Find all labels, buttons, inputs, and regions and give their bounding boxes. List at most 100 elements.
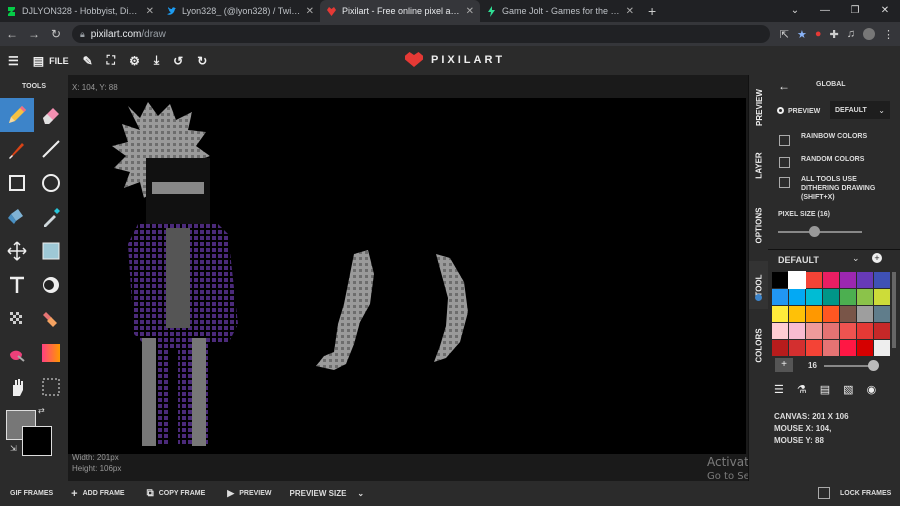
tab-preview[interactable]: PREVIEW [749, 83, 769, 131]
palette-swatch[interactable] [823, 306, 839, 322]
close-window-icon[interactable]: ✕ [870, 0, 900, 22]
palette-swatch[interactable] [874, 340, 890, 356]
palette-swatch[interactable] [789, 340, 805, 356]
brush-tool[interactable] [0, 132, 34, 166]
tab-search-icon[interactable]: ⌄ [780, 0, 810, 22]
mirror-tool[interactable] [0, 336, 34, 370]
extension-badge-icon[interactable]: ● [815, 28, 822, 40]
palette-swatch[interactable] [874, 306, 890, 322]
lock-frames-checkbox[interactable] [818, 487, 830, 499]
add-brush-size-button[interactable]: + [775, 358, 793, 372]
eraser-tool[interactable] [34, 98, 68, 132]
close-tab-icon[interactable]: ✕ [306, 6, 314, 17]
palette-swatch[interactable] [772, 340, 788, 356]
palette-swatch[interactable] [840, 340, 856, 356]
media-icon[interactable]: ♫ [847, 28, 855, 40]
file-menu-button[interactable]: ▤ FILE [33, 54, 69, 68]
reload-icon[interactable]: ↻ [50, 27, 62, 41]
palette-swatch[interactable] [857, 306, 873, 322]
lighten-tool[interactable] [34, 268, 68, 302]
palette-swatch[interactable] [857, 272, 873, 288]
palette-swatch[interactable] [823, 289, 839, 305]
palette-dropdown-icon[interactable]: ⌄ [852, 253, 860, 264]
palette-swatch[interactable] [772, 289, 788, 305]
palette-swatch[interactable] [806, 289, 822, 305]
swap-colors-icon[interactable]: ⇄ [38, 406, 45, 415]
palette-swatch[interactable] [823, 272, 839, 288]
share-icon[interactable]: ⇱ [780, 28, 789, 41]
palette-swatch[interactable] [806, 272, 822, 288]
rectangle-tool[interactable] [0, 166, 34, 200]
close-tab-icon[interactable]: ✕ [466, 6, 474, 17]
line-tool[interactable] [34, 132, 68, 166]
url-field[interactable]: 🔒︎ pixilart.com/draw [72, 25, 770, 43]
tab-layer[interactable]: LAYER [749, 141, 769, 189]
circle-tool[interactable] [34, 166, 68, 200]
preview-size-select[interactable]: PREVIEW SIZE ⌄ [290, 489, 365, 498]
palette-swatch[interactable] [806, 340, 822, 356]
add-frame-button[interactable]: + ADD FRAME [71, 488, 124, 500]
gradient-tool[interactable] [34, 336, 68, 370]
palette-swatch[interactable] [789, 306, 805, 322]
browser-menu-icon[interactable]: ⋮ [883, 28, 894, 41]
palette-swatch[interactable] [840, 306, 856, 322]
palette-swatch[interactable] [772, 306, 788, 322]
hamburger-menu-icon[interactable]: ☰ [8, 54, 19, 68]
settings-icon[interactable]: ⚙ [129, 54, 140, 68]
palette-swatch[interactable] [874, 289, 890, 305]
new-tab-button[interactable]: + [640, 0, 664, 22]
back-arrow-icon[interactable]: ← [778, 79, 790, 93]
palette-swatch[interactable] [772, 272, 788, 288]
add-color-icon[interactable]: + [872, 253, 882, 263]
palette-swatch[interactable] [840, 289, 856, 305]
palette-swatch[interactable] [857, 289, 873, 305]
copy-frame-button[interactable]: ⧉ COPY FRAME [147, 488, 206, 499]
preview-radio-icon[interactable] [777, 107, 784, 114]
eyedropper-icon[interactable]: ✎ [83, 54, 93, 68]
minimize-icon[interactable]: — [810, 0, 840, 22]
forward-icon[interactable]: → [28, 27, 40, 41]
drawing-canvas[interactable] [68, 98, 746, 454]
target-icon[interactable]: ◉ [867, 383, 877, 396]
close-tab-icon[interactable]: ✕ [626, 6, 634, 17]
resize-icon[interactable]: ⛶ [107, 53, 115, 68]
pencil-tool[interactable] [0, 98, 34, 132]
secondary-color-swatch[interactable] [22, 426, 52, 456]
select-tool[interactable] [34, 370, 68, 404]
profile-avatar[interactable] [863, 28, 875, 40]
palette-swatch[interactable] [874, 323, 890, 339]
stamp-tool[interactable] [34, 302, 68, 336]
list-icon[interactable]: ☰ [774, 383, 784, 396]
tab-tool[interactable]: TOOL [749, 261, 769, 309]
palette-swatch[interactable] [857, 323, 873, 339]
palette-scrollbar[interactable] [892, 272, 896, 348]
image-file-icon[interactable]: ▧ [843, 383, 853, 396]
shape-fill-tool[interactable] [34, 234, 68, 268]
redo-icon[interactable]: ↻ [197, 54, 207, 68]
palette-swatch[interactable] [823, 340, 839, 356]
tab-colors[interactable]: COLORS [749, 321, 769, 369]
random-colors-checkbox[interactable] [779, 157, 790, 168]
palette-swatch[interactable] [874, 272, 890, 288]
palette-swatch[interactable] [857, 340, 873, 356]
browser-tab-gamejolt[interactable]: Game Jolt - Games for the love o ✕ [480, 0, 640, 22]
preview-button[interactable]: ▶ PREVIEW [227, 488, 271, 499]
download-icon[interactable]: ⤓ [154, 53, 159, 68]
move-tool[interactable] [0, 234, 34, 268]
reset-colors-icon[interactable]: ⇲ [10, 444, 17, 453]
dither-tool[interactable] [0, 302, 34, 336]
dithering-checkbox[interactable] [779, 177, 790, 188]
palette-swatch[interactable] [823, 323, 839, 339]
tab-options[interactable]: OPTIONS [749, 201, 769, 249]
back-icon[interactable]: ← [6, 27, 18, 41]
browser-tab-twitter[interactable]: Lyon328_ (@lyon328) / Twitter ✕ [160, 0, 320, 22]
rainbow-colors-checkbox[interactable] [779, 135, 790, 146]
pixel-size-slider-handle[interactable] [809, 226, 820, 237]
palette-swatch[interactable] [840, 323, 856, 339]
palette-swatch[interactable] [840, 272, 856, 288]
palette-swatch[interactable] [788, 271, 806, 289]
color-picker-tool[interactable] [34, 200, 68, 234]
pan-tool[interactable] [0, 370, 34, 404]
fill-bucket-tool[interactable] [0, 200, 34, 234]
pixel-size-slider[interactable] [778, 231, 862, 233]
